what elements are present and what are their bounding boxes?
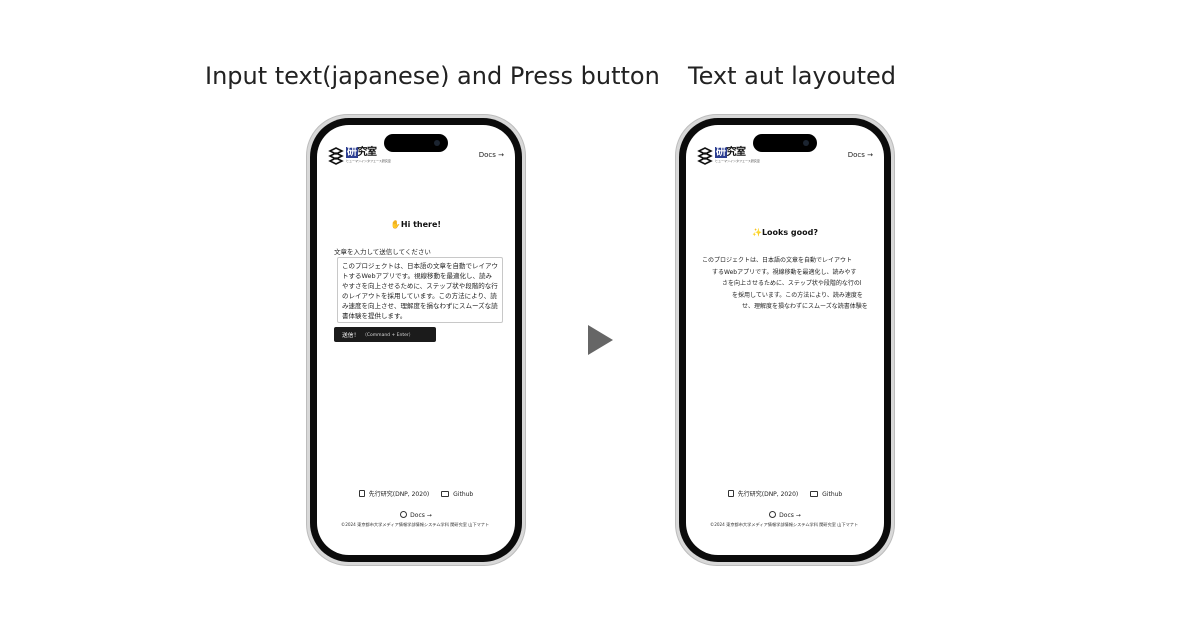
output-line: せ、理解度を損なわずにスムーズな読書体験を bbox=[742, 303, 868, 310]
submit-shortcut-hint: （Command + Enter） bbox=[362, 332, 414, 338]
document-icon bbox=[727, 490, 734, 497]
footer-links: 先行研究(DNP, 2020) Github bbox=[317, 489, 515, 499]
submit-button-label: 送信！ bbox=[342, 333, 360, 339]
logo-title: 研究室 bbox=[346, 147, 377, 158]
copyright-text: ©2024 東京都市大学メディア情報学部情報システム学科 関研究室 山下マナト bbox=[710, 522, 859, 527]
caption-right: Text aut layouted bbox=[688, 62, 897, 90]
logo-mark-icon bbox=[697, 147, 713, 165]
logo-mark-icon bbox=[328, 147, 344, 165]
folder-icon bbox=[441, 491, 450, 497]
dynamic-island bbox=[753, 134, 817, 152]
phone-screen-input: 研究室 ヒューマンインタフェース研究室 Docs → ✋Hi there! 文章… bbox=[317, 125, 515, 555]
prior-research-link[interactable]: 先行研究(DNP, 2020) bbox=[727, 489, 798, 498]
globe-icon bbox=[769, 511, 777, 518]
logo-title: 研究室 bbox=[715, 147, 746, 158]
footer-docs-link[interactable]: Docs → bbox=[686, 511, 884, 519]
logo-subtitle: ヒューマンインタフェース研究室 bbox=[346, 159, 391, 163]
github-link[interactable]: Github bbox=[441, 491, 473, 498]
github-link[interactable]: Github bbox=[810, 491, 842, 498]
phone-screen-output: 研究室 ヒューマンインタフェース研究室 Docs → ✨Looks good? … bbox=[686, 125, 884, 555]
page-heading: ✋Hi there! bbox=[390, 220, 442, 229]
page-heading: ✨Looks good? bbox=[751, 228, 818, 237]
play-arrow-icon bbox=[588, 325, 613, 355]
copyright-text: ©2024 東京都市大学メディア情報学部情報システム学科 関研究室 山下マナト bbox=[341, 522, 490, 527]
output-line: を採用しています。この方法により、読み速度を bbox=[732, 291, 863, 299]
text-input[interactable]: このプロジェクトは、日本語の文章を自動でレイアウトするWebアプリです。視線移動… bbox=[337, 257, 503, 323]
logo-subtitle: ヒューマンインタフェース研究室 bbox=[715, 159, 760, 163]
output-line: するWebアプリです。視線移動を最適化し、読みやす bbox=[712, 268, 857, 276]
phone-mockup-output: 研究室 ヒューマンインタフェース研究室 Docs → ✨Looks good? … bbox=[675, 114, 895, 566]
submit-button[interactable]: 送信！ （Command + Enter） bbox=[334, 327, 436, 342]
lab-logo[interactable]: 研究室 ヒューマンインタフェース研究室 bbox=[328, 147, 391, 165]
globe-icon bbox=[400, 511, 408, 518]
document-icon bbox=[358, 490, 365, 497]
output-line: さを向上させるために、ステップ状や段階的な行のl bbox=[722, 280, 862, 287]
caption-left: Input text(japanese) and Press button bbox=[205, 62, 660, 90]
footer-docs-link[interactable]: Docs → bbox=[317, 511, 515, 519]
dynamic-island bbox=[384, 134, 448, 152]
footer-links: 先行研究(DNP, 2020) Github bbox=[686, 489, 884, 499]
docs-link[interactable]: Docs → bbox=[848, 151, 873, 159]
output-line: このプロジェクトは、日本語の文章を自動でレイアウト bbox=[702, 257, 853, 264]
lab-logo[interactable]: 研究室 ヒューマンインタフェース研究室 bbox=[697, 147, 760, 165]
docs-link[interactable]: Docs → bbox=[479, 151, 504, 159]
folder-icon bbox=[810, 491, 819, 497]
phone-mockup-input: 研究室 ヒューマンインタフェース研究室 Docs → ✋Hi there! 文章… bbox=[306, 114, 526, 566]
prior-research-link[interactable]: 先行研究(DNP, 2020) bbox=[358, 489, 429, 498]
prompt-label: 文章を入力して送信してください bbox=[334, 248, 431, 256]
